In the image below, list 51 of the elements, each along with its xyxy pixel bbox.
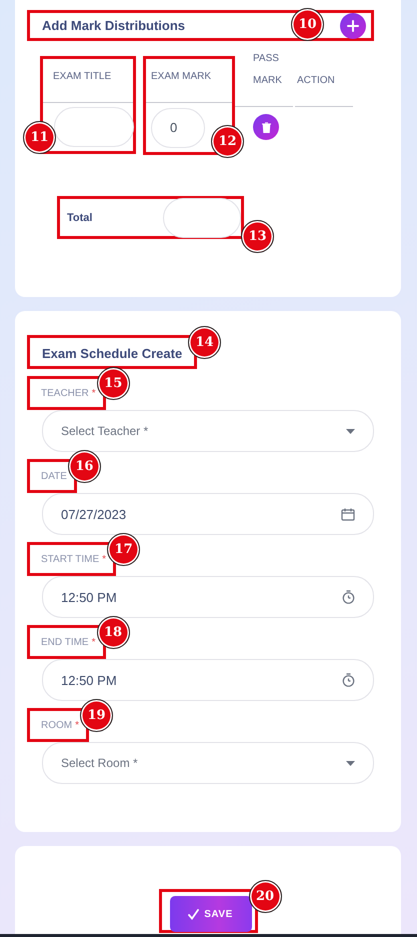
total-label: Total — [67, 212, 94, 224]
callout-badge: 19 — [80, 699, 114, 732]
callout-badge: 11 — [23, 121, 56, 154]
field-value: 12:50 PM — [61, 590, 117, 604]
select-field[interactable]: Select Teacher * — [42, 410, 374, 452]
time-field[interactable]: 12:50 PM — [42, 659, 374, 701]
section-title: Exam Schedule Create — [42, 346, 182, 361]
delete-button[interactable] — [253, 114, 279, 140]
column-header: ACTION — [297, 74, 335, 88]
callout-badge: 10 — [291, 8, 324, 41]
callout-badge: 12 — [211, 125, 244, 158]
required-mark: * — [75, 720, 80, 730]
time-field[interactable]: 12:50 PM — [42, 576, 374, 618]
field-label: END TIME — [41, 636, 89, 648]
placeholder-text: Select Teacher * — [61, 424, 148, 438]
placeholder-text: Select Room * — [61, 756, 138, 770]
callout-badge: 14 — [188, 326, 221, 359]
date-field[interactable]: 07/27/2023 — [42, 493, 374, 535]
total-field[interactable] — [163, 198, 241, 238]
trash-icon — [262, 122, 270, 132]
checkmark-icon — [188, 908, 200, 920]
field-label: START TIME — [41, 554, 100, 564]
column-header: PASS MARK — [253, 52, 283, 88]
input-field[interactable] — [54, 106, 134, 147]
callout-badge: 16 — [68, 450, 101, 483]
stopwatch-icon — [342, 673, 355, 687]
field-label: TEACHER — [41, 388, 89, 398]
select-field[interactable]: Select Room * — [42, 742, 374, 784]
callout-badge: 17 — [107, 533, 140, 566]
callout-badge: 20 — [248, 880, 282, 913]
column-header: EXAM MARK — [151, 70, 212, 84]
plus-icon — [347, 20, 359, 32]
callout-badge: 13 — [241, 220, 274, 253]
field-value: 12:50 PM — [61, 672, 117, 688]
add-button[interactable] — [340, 13, 366, 39]
required-mark: * — [102, 554, 106, 564]
field-value: 07/27/2023 — [61, 506, 126, 522]
column-header: EXAM TITLE — [53, 70, 112, 84]
callout-badge: 18 — [96, 616, 130, 649]
field-label: ROOM — [41, 720, 72, 730]
input-field[interactable]: 0 — [151, 108, 205, 148]
dropdown-caret-icon — [346, 428, 355, 434]
save-button[interactable]: SAVE — [170, 896, 252, 932]
stopwatch-icon — [342, 590, 355, 604]
calendar-icon — [341, 508, 355, 520]
field-label: DATE — [41, 470, 67, 482]
dropdown-caret-icon — [346, 760, 355, 766]
callout-badge: 15 — [96, 367, 130, 400]
section-title: Add Mark Distributions — [42, 18, 186, 33]
required-mark: * — [92, 388, 96, 398]
required-mark: * — [92, 636, 96, 648]
